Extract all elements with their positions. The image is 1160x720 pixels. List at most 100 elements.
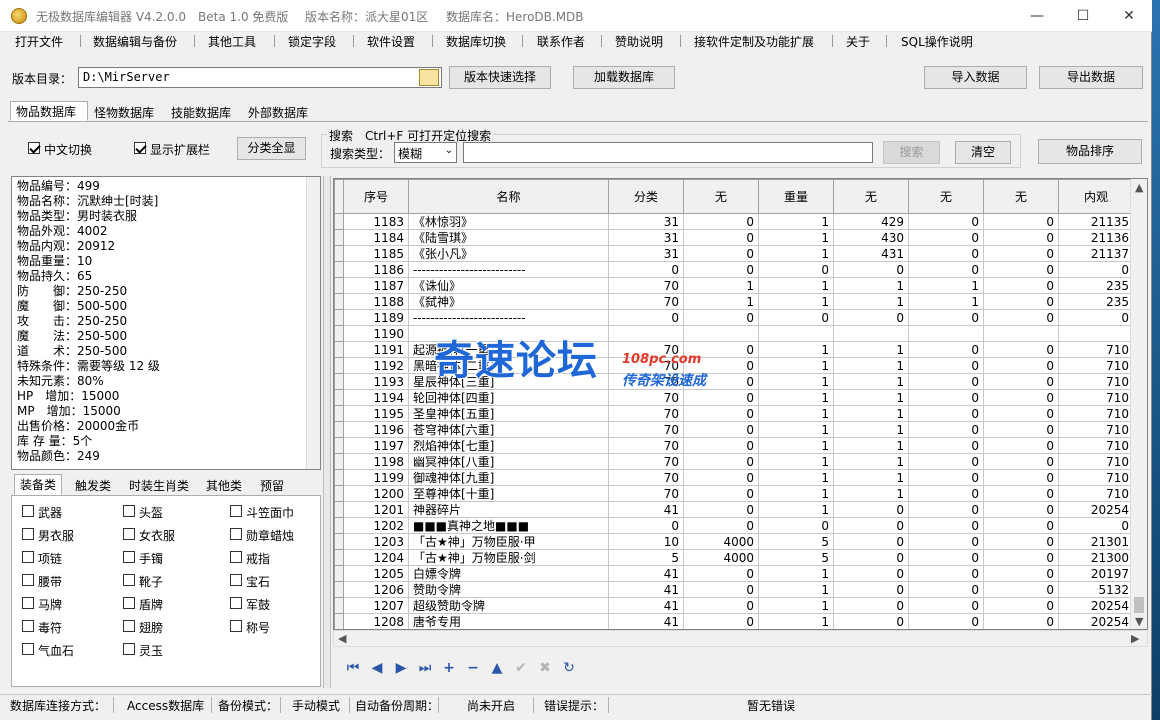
table-cell[interactable]: 1193 <box>343 373 409 390</box>
table-cell[interactable]: 0 <box>833 565 909 582</box>
table-cell[interactable]: 0 <box>983 469 1059 486</box>
table-cell[interactable]: 0 <box>683 229 759 246</box>
table-row[interactable]: 1205 白嫖令牌 41 0 1 0 0 0 20197 <box>334 565 1134 582</box>
row-indicator[interactable] <box>334 213 344 230</box>
table-cell[interactable]: 21137 <box>1058 245 1134 262</box>
table-cell[interactable]: 0 <box>1058 309 1134 326</box>
table-cell[interactable]: 1 <box>833 277 909 294</box>
table-cell[interactable]: 0 <box>833 261 909 278</box>
table-cell[interactable]: 0 <box>683 341 759 358</box>
table-cell[interactable]: 轮回神体[四重] <box>408 389 609 406</box>
first-record-icon[interactable]: ⏮ <box>343 658 363 678</box>
table-cell[interactable]: 710 <box>1058 437 1134 454</box>
table-row[interactable]: 1202 ■■■真神之地■■■ 0 0 0 0 0 0 0 <box>334 517 1134 534</box>
table-cell[interactable]: 70 <box>608 277 684 294</box>
table-cell[interactable]: 1 <box>758 469 834 486</box>
tab-reserved[interactable]: 预留 <box>254 475 290 495</box>
table-cell[interactable]: 0 <box>683 309 759 326</box>
table-cell[interactable]: 0 <box>983 245 1059 262</box>
table-cell[interactable]: 1 <box>758 341 834 358</box>
table-cell[interactable] <box>908 325 984 342</box>
table-cell[interactable] <box>408 325 609 342</box>
table-cell[interactable]: 0 <box>683 613 759 629</box>
table-cell[interactable]: 《张小凡》 <box>408 245 609 262</box>
row-indicator[interactable] <box>334 389 344 406</box>
table-cell[interactable]: 0 <box>683 421 759 438</box>
table-row[interactable]: 1194 轮回神体[四重] 70 0 1 1 0 0 710 <box>334 389 1134 406</box>
table-cell[interactable]: 21300 <box>1058 549 1134 566</box>
table-cell[interactable]: 0 <box>908 213 984 230</box>
show-all-categories-button[interactable]: 分类全显 <box>237 137 306 160</box>
table-cell[interactable]: 0 <box>983 549 1059 566</box>
menu-settings[interactable]: 软件设置 <box>367 33 415 50</box>
refresh-icon[interactable]: ↻ <box>559 658 579 678</box>
table-cell[interactable]: 1 <box>908 277 984 294</box>
table-cell[interactable]: 31 <box>608 245 684 262</box>
table-cell[interactable]: 0 <box>983 341 1059 358</box>
table-cell[interactable]: 起源神体[一重] <box>408 341 609 358</box>
row-indicator[interactable] <box>334 405 344 422</box>
table-cell[interactable]: 41 <box>608 613 684 629</box>
table-cell[interactable]: 0 <box>983 453 1059 470</box>
table-cell[interactable]: 0 <box>683 405 759 422</box>
table-cell[interactable]: 1 <box>683 293 759 310</box>
scroll-right-icon[interactable]: ▶ <box>1131 630 1139 647</box>
table-cell[interactable]: 白嫖令牌 <box>408 565 609 582</box>
table-row[interactable]: 1184 《陆雪琪》 31 0 1 430 0 0 21136 <box>334 229 1134 246</box>
table-row[interactable]: 1191 起源神体[一重] 70 0 1 1 0 0 710 <box>334 341 1134 358</box>
table-cell[interactable]: 21301 <box>1058 533 1134 550</box>
row-indicator[interactable] <box>334 437 344 454</box>
menu-sql-help[interactable]: SQL操作说明 <box>901 33 973 50</box>
table-cell[interactable]: 0 <box>683 261 759 278</box>
cn-switch-checkbox[interactable] <box>28 142 40 154</box>
table-cell[interactable]: 1 <box>758 229 834 246</box>
table-cell[interactable]: 1 <box>758 213 834 230</box>
table-cell[interactable]: 1 <box>758 357 834 374</box>
menu-contact[interactable]: 联系作者 <box>537 33 585 50</box>
delete-record-icon[interactable]: − <box>463 658 483 678</box>
row-indicator[interactable] <box>334 293 344 310</box>
table-cell[interactable]: 0 <box>908 485 984 502</box>
table-cell[interactable]: 1196 <box>343 421 409 438</box>
table-cell[interactable]: 70 <box>608 453 684 470</box>
table-cell[interactable]: 41 <box>608 597 684 614</box>
menu-other-tools[interactable]: 其他工具 <box>208 33 256 50</box>
table-cell[interactable]: 唐爷专用 <box>408 613 609 629</box>
table-cell[interactable]: 1203 <box>343 533 409 550</box>
table-cell[interactable]: 0 <box>908 261 984 278</box>
category-checkbox[interactable] <box>22 505 34 517</box>
table-cell[interactable]: 1183 <box>343 213 409 230</box>
clear-button[interactable]: 清空 <box>955 141 1011 164</box>
table-cell[interactable]: 0 <box>833 581 909 598</box>
tab-skill-db[interactable]: 技能数据库 <box>165 102 237 122</box>
table-cell[interactable]: 赞助令牌 <box>408 581 609 598</box>
table-cell[interactable]: 70 <box>608 405 684 422</box>
table-cell[interactable]: 0 <box>983 293 1059 310</box>
column-header[interactable]: 无 <box>908 179 984 214</box>
table-row[interactable]: 1204 「古★神」万物臣服·剑 5 4000 5 0 0 0 21300 <box>334 549 1134 566</box>
table-row[interactable]: 1197 烈焰神体[七重] 70 0 1 1 0 0 710 <box>334 437 1134 454</box>
table-cell[interactable]: 0 <box>908 373 984 390</box>
table-cell[interactable]: 710 <box>1058 421 1134 438</box>
table-cell[interactable]: 0 <box>983 309 1059 326</box>
table-cell[interactable]: 0 <box>683 517 759 534</box>
table-cell[interactable]: 烈焰神体[七重] <box>408 437 609 454</box>
category-checkbox[interactable] <box>123 620 135 632</box>
category-checkbox[interactable] <box>22 551 34 563</box>
table-cell[interactable]: 1197 <box>343 437 409 454</box>
category-checkbox[interactable] <box>230 551 242 563</box>
column-header[interactable]: 无 <box>983 179 1059 214</box>
close-button[interactable]: ✕ <box>1106 0 1152 32</box>
column-header[interactable]: 内观 <box>1058 179 1134 214</box>
minimize-button[interactable]: — <box>1014 0 1060 32</box>
row-indicator[interactable] <box>334 469 344 486</box>
table-cell[interactable]: 0 <box>983 597 1059 614</box>
search-button[interactable]: 搜索 <box>883 141 940 164</box>
column-header[interactable]: 分类 <box>608 179 684 214</box>
table-cell[interactable]: 0 <box>1058 517 1134 534</box>
table-cell[interactable] <box>608 325 684 342</box>
table-cell[interactable]: 1 <box>758 421 834 438</box>
cancel-edit-icon[interactable]: ✖ <box>535 658 555 678</box>
table-cell[interactable]: 0 <box>683 213 759 230</box>
sort-items-button[interactable]: 物品排序 <box>1038 139 1142 164</box>
